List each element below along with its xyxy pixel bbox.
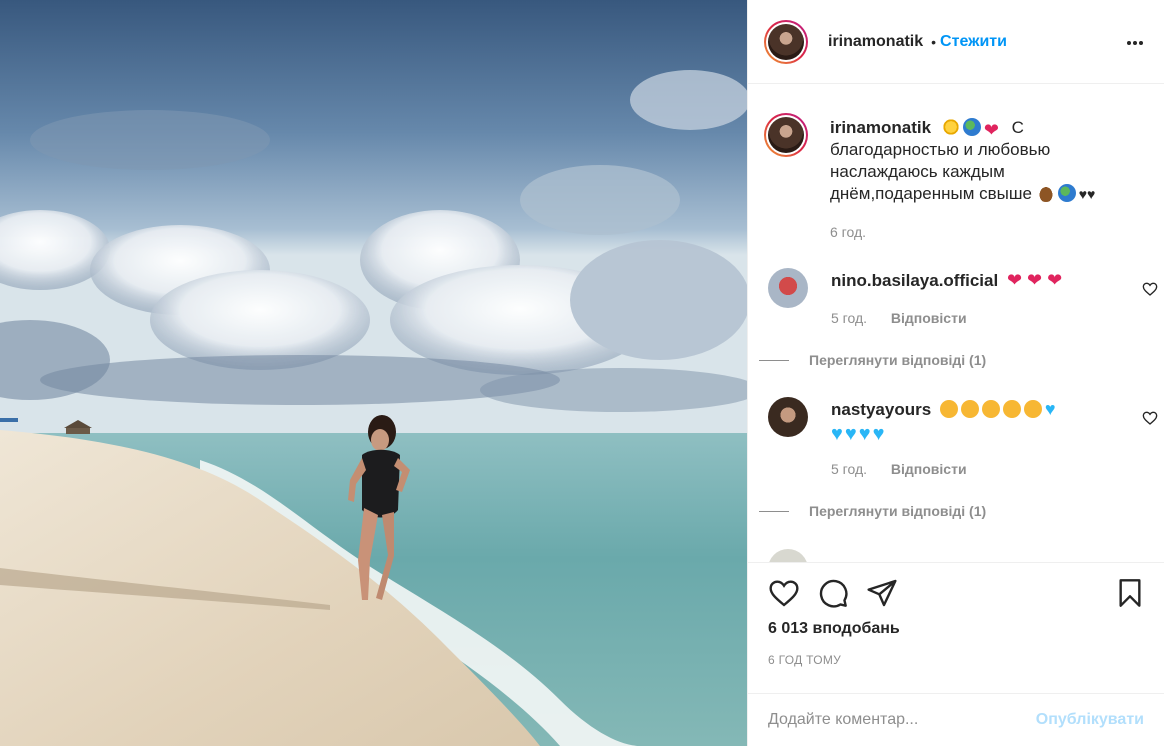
- commenter-avatar[interactable]: [768, 549, 808, 562]
- comment-like-icon[interactable]: [1142, 410, 1158, 426]
- post-actions: 6 013 вподобань 6 ГОД ТОМУ: [748, 562, 1164, 693]
- post-header: irinamonatik • Стежити: [748, 0, 1164, 84]
- comment-meta: 5 год. Відповісти: [831, 310, 967, 326]
- globe-emoji-icon: [962, 118, 981, 136]
- view-replies-line: [759, 359, 789, 361]
- caption-username[interactable]: irinamonatik: [830, 118, 931, 137]
- like-heart-icon[interactable]: [768, 577, 800, 609]
- comment-like-icon[interactable]: [1142, 281, 1158, 297]
- save-bookmark-icon[interactable]: [1114, 577, 1146, 609]
- blue-heart-emoji-icon: ♥: [1044, 399, 1056, 419]
- view-replies-button[interactable]: Переглянути відповіді (1): [759, 352, 986, 368]
- separator-dot: •: [931, 33, 937, 50]
- caption-text-block: irinamonatik ❤ С благодарностью и любовь…: [830, 117, 1130, 205]
- post-photo[interactable]: [0, 0, 747, 746]
- heart-eyes-emoji-icon: [936, 400, 1045, 419]
- comment-input[interactable]: [768, 711, 1036, 729]
- publish-button[interactable]: Опублікувати: [1036, 711, 1144, 729]
- author-avatar[interactable]: [764, 19, 808, 64]
- caption-time[interactable]: 6 год.: [830, 224, 866, 240]
- caption-avatar[interactable]: [764, 113, 808, 157]
- black-hearts-emoji-icon: ♥♥: [1078, 186, 1096, 202]
- commenter-avatar[interactable]: [768, 397, 808, 437]
- sun-emoji-icon: [941, 118, 960, 136]
- comments-list[interactable]: irinamonatik ❤ С благодарностью и любовь…: [748, 85, 1164, 562]
- comment-bubble-icon[interactable]: [817, 577, 849, 609]
- author-username[interactable]: irinamonatik: [828, 33, 923, 51]
- blue-heart-emoji-icon: ♥♥♥♥: [831, 423, 887, 445]
- share-send-icon[interactable]: [866, 577, 898, 609]
- post-time[interactable]: 6 ГОД ТОМУ: [768, 653, 841, 667]
- view-replies-label: Переглянути відповіді (1): [809, 503, 987, 519]
- reply-button[interactable]: Відповісти: [891, 310, 967, 326]
- beach-scene: [0, 0, 747, 746]
- likes-count[interactable]: 6 013 вподобань: [768, 620, 900, 638]
- globe-emoji-icon: [1057, 184, 1076, 202]
- comment-time[interactable]: 5 год.: [831, 461, 867, 477]
- commenter-username[interactable]: nino.basilaya.official: [831, 271, 998, 290]
- view-replies-button[interactable]: Переглянути відповіді (1): [759, 503, 986, 519]
- view-replies-label: Переглянути відповіді (1): [809, 352, 987, 368]
- comment-body: nastyayours ♥ ♥♥♥♥: [831, 397, 1091, 447]
- view-replies-line: [759, 510, 789, 512]
- comment-time[interactable]: 5 год.: [831, 310, 867, 326]
- red-heart-emoji-icon: ❤: [983, 120, 999, 140]
- comment-meta: 5 год. Відповісти: [831, 461, 967, 477]
- praying-hands-emoji-icon: [1036, 184, 1055, 202]
- comment-body: nino.basilaya.official ❤ ❤ ❤: [831, 268, 1091, 293]
- follow-button[interactable]: Стежити: [940, 33, 1007, 51]
- more-options-icon[interactable]: [1126, 30, 1144, 50]
- add-comment-bar: Опублікувати: [748, 693, 1164, 746]
- commenter-avatar[interactable]: [768, 268, 808, 308]
- red-heart-emoji-icon: ❤ ❤ ❤: [1006, 270, 1063, 290]
- commenter-username[interactable]: nastyayours: [831, 400, 931, 419]
- post-side-panel: irinamonatik • Стежити irinamonatik ❤ С …: [747, 0, 1164, 746]
- reply-button[interactable]: Відповісти: [891, 461, 967, 477]
